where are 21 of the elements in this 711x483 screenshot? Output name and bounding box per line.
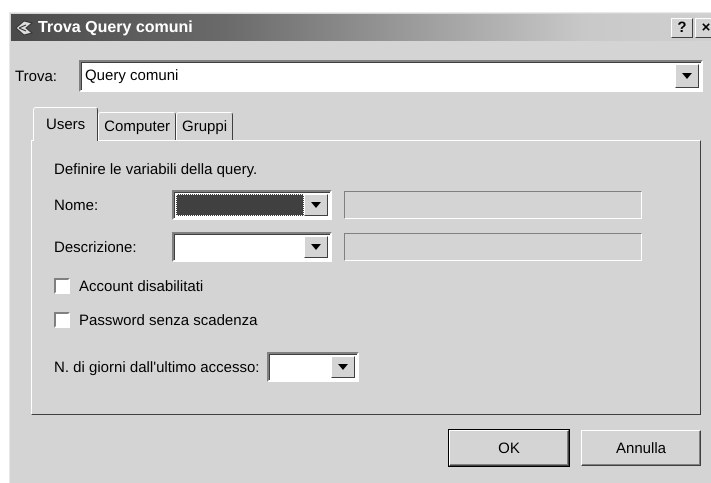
field-label: Descrizione: <box>54 238 138 256</box>
days-dropdown[interactable] <box>267 352 360 382</box>
find-dropdown[interactable]: Query comuni <box>79 60 703 92</box>
checkbox-label: Password senza scadenza <box>79 312 258 328</box>
tab[interactable]: Computer <box>98 112 176 140</box>
find-label: Trova: <box>15 68 58 84</box>
close-button[interactable]: × <box>695 18 711 38</box>
checkbox[interactable] <box>54 312 70 328</box>
checkbox-label: Account disabilitati <box>79 278 204 294</box>
cancel-button[interactable]: Annulla <box>581 430 701 466</box>
window-title: Trova Query comuni <box>38 18 194 36</box>
field-label: N. di giorni dall'ultimo accesso: <box>54 358 260 376</box>
instruction-text: Definire le variabili della query. <box>54 161 258 178</box>
condition-dropdown[interactable] <box>172 190 332 220</box>
tab[interactable]: Gruppi <box>176 112 234 140</box>
checkbox[interactable] <box>54 278 70 294</box>
help-button[interactable]: ? <box>671 18 693 38</box>
field-label: Nome: <box>54 196 100 214</box>
tab[interactable]: Users <box>33 107 98 141</box>
ok-button[interactable]: OK <box>449 430 569 466</box>
condition-dropdown[interactable] <box>172 232 332 262</box>
